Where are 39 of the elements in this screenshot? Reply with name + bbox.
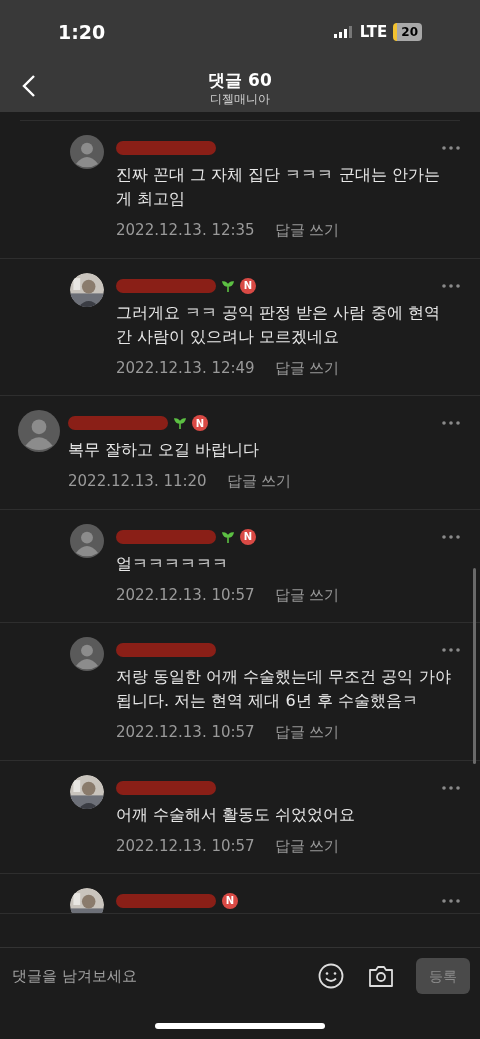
comment-date: 2022.12.13. 10:57	[116, 584, 255, 606]
more-icon[interactable]	[442, 421, 460, 425]
new-badge: N	[240, 528, 256, 545]
reply-link[interactable]: 답글 쓰기	[226, 470, 292, 493]
more-icon[interactable]	[442, 283, 460, 288]
camera-icon[interactable]	[368, 964, 394, 988]
reply-link[interactable]: 답글 쓰기	[274, 834, 340, 857]
comment-field[interactable]: 댓글을 남겨보세요	[10, 964, 306, 988]
comment-date: 2022.12.13. 12:49	[116, 357, 255, 379]
reply-link[interactable]: 답글 쓰기	[274, 219, 340, 242]
back-icon[interactable]	[22, 74, 36, 98]
comment-date: 2022.12.13. 12:35	[116, 220, 255, 241]
signal-icon	[333, 26, 354, 38]
comment-text: 진짜 꼰대 그 자체 집단 ㅋㅋㅋ 군대는 안가는 게 최고임	[116, 164, 441, 210]
reply-link[interactable]: 답글 쓰기	[274, 721, 340, 744]
more-icon[interactable]	[442, 785, 460, 790]
comment-date: 2022.12.13. 10:57	[116, 835, 255, 857]
more-icon[interactable]	[442, 534, 460, 539]
more-icon[interactable]	[442, 146, 460, 150]
comment-date: 2022.12.13. 10:57	[116, 722, 255, 743]
reply-link[interactable]: 답글 쓰기	[274, 356, 340, 379]
comment-text: 그러게요 ㅋㅋ 공익 판정 받은 사람 중에 현역 간 사람이 있으려나 모르겠네요	[116, 301, 441, 348]
more-icon[interactable]	[442, 898, 460, 903]
header-title: 댓글 60	[208, 69, 272, 91]
reply-link[interactable]: 답글 쓰기	[274, 583, 340, 606]
new-badge: N	[222, 892, 238, 909]
comment-text: 저랑 동일한 어깨 수술했는데 무조건 공익 가야 됩니다. 저는 현역 제대 6년 후 수술했음ㅋ	[116, 666, 452, 712]
comment-text: 어깨 수술해서 활동도 쉬었었어요	[116, 803, 357, 826]
battery-icon: 20	[393, 23, 422, 41]
header-subtitle: 디젤매니아	[210, 91, 270, 107]
comment-date: 2022.12.13. 11:20	[68, 471, 207, 492]
comment-text: 복무 잘하고 오길 바랍니다	[68, 439, 261, 461]
comment-text: 얼ㅋㅋㅋㅋㅋㅋ	[116, 552, 229, 575]
status-time: 1:20	[58, 19, 106, 45]
new-badge: N	[240, 277, 256, 294]
emoji-icon[interactable]	[318, 963, 344, 989]
more-icon[interactable]	[442, 648, 460, 652]
network-label: LTE	[359, 21, 388, 43]
new-badge: N	[192, 415, 208, 431]
